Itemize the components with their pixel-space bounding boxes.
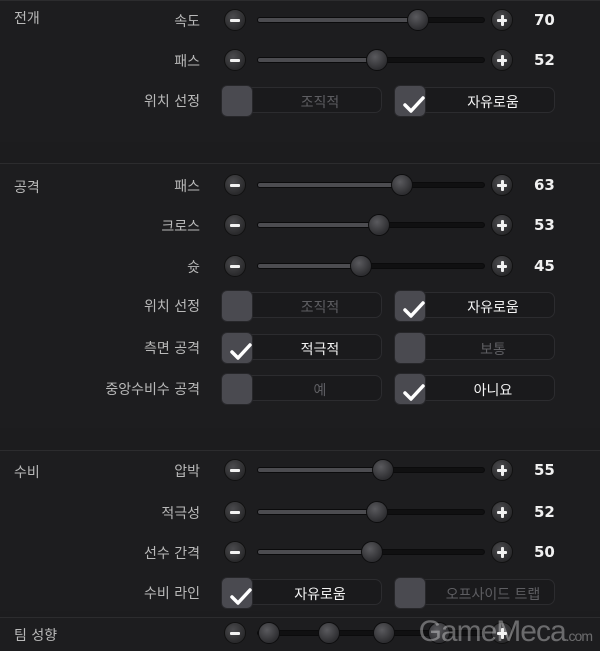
decrease-button[interactable] [224, 49, 246, 71]
slider-track[interactable] [257, 459, 485, 481]
slider-track[interactable] [257, 255, 485, 277]
slider-fill [258, 223, 379, 227]
slider-notch [318, 622, 340, 644]
option-0[interactable]: 자유로움 [221, 577, 382, 609]
slider-knob[interactable] [390, 174, 413, 196]
increase-button[interactable] [491, 541, 513, 563]
checkbox-checked[interactable] [394, 290, 426, 322]
increase-button[interactable] [491, 214, 513, 236]
row-label: 패스 [174, 179, 200, 195]
row-label: 측면 공격 [144, 341, 200, 357]
slider-knob[interactable] [367, 214, 390, 236]
section-title: 수비 [14, 465, 40, 481]
increase-button[interactable] [491, 501, 513, 523]
checkbox-empty[interactable] [394, 577, 426, 609]
row-label: 선수 간격 [144, 546, 200, 562]
slider-track[interactable] [257, 214, 485, 236]
option-0[interactable]: 조직적 [221, 290, 382, 322]
option-1[interactable]: 보통 [394, 332, 555, 364]
increase-button[interactable] [491, 459, 513, 481]
slider-fill [258, 550, 372, 554]
slider-fill [258, 183, 402, 187]
slider-knob[interactable] [349, 255, 372, 277]
decrease-button[interactable] [224, 255, 246, 277]
slider-knob[interactable] [406, 9, 429, 31]
row-label: 수비 라인 [144, 586, 200, 602]
slider-value: 52 [534, 51, 555, 69]
checkbox-empty[interactable] [221, 85, 253, 117]
slider-value: 45 [534, 257, 555, 275]
slider-notch [373, 622, 395, 644]
decrease-button[interactable] [224, 174, 246, 196]
increase-button[interactable] [491, 174, 513, 196]
slider-track[interactable] [257, 49, 485, 71]
slider-fill [258, 468, 384, 472]
option-0[interactable]: 조직적 [221, 85, 382, 117]
slider-notch [258, 622, 280, 644]
slider-value: 55 [534, 461, 555, 479]
slider-fill [258, 58, 377, 62]
option-1[interactable]: 오프사이드 트랩 [394, 577, 555, 609]
option-label: 자유로움 [467, 95, 519, 111]
option-1[interactable]: 자유로움 [394, 85, 555, 117]
option-label: 조직적 [300, 95, 340, 111]
checkbox-empty[interactable] [394, 332, 426, 364]
section-title: 공격 [14, 180, 40, 196]
section-title: 전개 [14, 11, 40, 27]
slider-knob[interactable] [361, 541, 383, 563]
checkbox-checked[interactable] [394, 373, 426, 405]
slider-fill [258, 18, 418, 22]
option-label: 보통 [480, 342, 506, 358]
option-label: 조직적 [300, 300, 340, 316]
option-label: 예 [313, 383, 327, 399]
decrease-button[interactable] [224, 541, 246, 563]
checkbox-checked[interactable] [221, 332, 253, 364]
row-label: 압박 [174, 464, 200, 480]
decrease-button[interactable] [224, 622, 246, 644]
slider-track[interactable] [257, 174, 485, 196]
slider-knob[interactable] [365, 501, 388, 523]
option-0[interactable]: 예 [221, 373, 382, 405]
decrease-button[interactable] [224, 9, 246, 31]
option-label: 오프사이드 트랩 [445, 587, 541, 603]
decrease-button[interactable] [224, 501, 246, 523]
checkbox-empty[interactable] [221, 373, 253, 405]
decrease-button[interactable] [224, 214, 246, 236]
slider-value: 70 [534, 11, 555, 29]
section-title: 팀 성향 [14, 628, 58, 644]
option-label: 자유로움 [294, 587, 346, 603]
checkbox-checked[interactable] [394, 85, 426, 117]
slider-fill [258, 264, 361, 268]
slider-track[interactable] [257, 9, 485, 31]
option-label: 자유로움 [467, 300, 519, 316]
checkbox-checked[interactable] [221, 577, 253, 609]
slider-knob[interactable] [365, 49, 388, 71]
option-1[interactable]: 아니요 [394, 373, 555, 405]
option-0[interactable]: 적극적 [221, 332, 382, 364]
row-label: 적극성 [161, 506, 200, 522]
slider-fill [258, 510, 377, 514]
row-label: 속도 [174, 14, 200, 30]
increase-button[interactable] [491, 9, 513, 31]
slider-value: 50 [534, 543, 555, 561]
increase-button[interactable] [491, 255, 513, 277]
slider-value: 53 [534, 216, 555, 234]
option-label: 적극적 [300, 342, 340, 358]
watermark-logo: GameMeca.com [418, 615, 593, 648]
row-label: 슛 [187, 260, 200, 276]
slider-track[interactable] [257, 541, 485, 563]
slider-track[interactable] [257, 501, 485, 523]
checkbox-empty[interactable] [221, 290, 253, 322]
option-1[interactable]: 자유로움 [394, 290, 555, 322]
decrease-button[interactable] [224, 459, 246, 481]
row-label: 위치 선정 [144, 299, 200, 315]
option-label: 아니요 [473, 383, 513, 399]
increase-button[interactable] [491, 49, 513, 71]
slider-value: 52 [534, 503, 555, 521]
slider-value: 63 [534, 176, 555, 194]
row-label: 크로스 [161, 219, 200, 235]
row-label: 중앙수비수 공격 [105, 382, 200, 398]
row-label: 패스 [174, 54, 200, 70]
row-label: 위치 선정 [144, 94, 200, 110]
